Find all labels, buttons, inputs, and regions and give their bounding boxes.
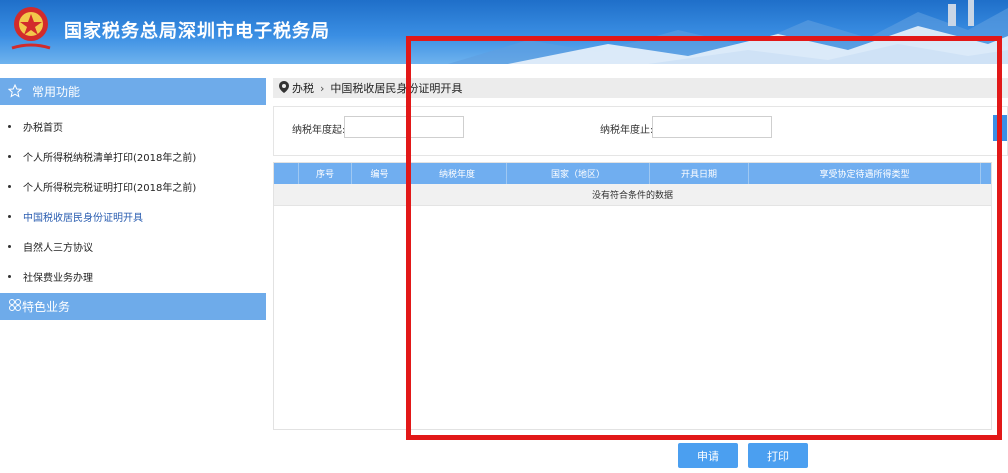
sidebar: 常用功能 办税首页 个人所得税纳税清单打印(2018年之前) 个人所得税完税证明… <box>0 78 266 473</box>
sidebar-item-label: 社保费业务办理 <box>23 272 93 284</box>
sidebar-section-featured[interactable]: 特色业务 <box>0 293 266 320</box>
sidebar-menu: 办税首页 个人所得税纳税清单打印(2018年之前) 个人所得税完税证明打印(20… <box>0 105 266 291</box>
column-header-country-region[interactable]: 国家（地区） <box>507 163 650 184</box>
sidebar-item-label: 个人所得税完税证明打印(2018年之前) <box>23 182 197 194</box>
filter-panel: 纳税年度起: 纳税年度止: <box>273 106 1008 156</box>
sidebar-item-social-security[interactable]: 社保费业务办理 <box>0 261 266 291</box>
column-header-number[interactable]: 编号 <box>352 163 408 184</box>
bullet-icon <box>8 244 11 248</box>
star-icon <box>8 83 24 100</box>
bullet-icon <box>8 154 11 158</box>
sidebar-item-resident-certificate[interactable]: 中国税收居民身份证明开具 <box>0 201 266 231</box>
apply-button[interactable]: 申请 <box>678 443 738 468</box>
sidebar-item-label: 办税首页 <box>23 122 63 134</box>
column-header-index[interactable]: 序号 <box>299 163 352 184</box>
location-pin-icon <box>279 80 289 96</box>
sidebar-item-tax-certificate-print[interactable]: 个人所得税完税证明打印(2018年之前) <box>0 171 266 201</box>
empty-message: 没有符合条件的数据 <box>274 184 991 206</box>
breadcrumb-root[interactable]: 办税 <box>292 80 314 96</box>
sidebar-section-label: 特色业务 <box>22 300 71 314</box>
bullet-icon <box>8 184 11 188</box>
tax-year-end-label: 纳税年度止: <box>600 125 654 136</box>
tax-year-end-input[interactable] <box>652 116 772 138</box>
column-header-tax-year[interactable]: 纳税年度 <box>408 163 507 184</box>
site-title: 国家税务总局深圳市电子税务局 <box>64 21 330 42</box>
site-header: 国家税务总局深圳市电子税务局 <box>0 0 1008 64</box>
sidebar-item-tax-home[interactable]: 办税首页 <box>0 111 266 141</box>
bullet-icon <box>8 274 11 278</box>
sidebar-section-common[interactable]: 常用功能 <box>0 78 266 105</box>
sidebar-item-tax-list-print[interactable]: 个人所得税纳税清单打印(2018年之前) <box>0 141 266 171</box>
print-button[interactable]: 打印 <box>748 443 808 468</box>
column-header-issue-date[interactable]: 开具日期 <box>650 163 749 184</box>
bullet-icon <box>8 124 11 128</box>
breadcrumb-current: 中国税收居民身份证明开具 <box>330 82 463 95</box>
sidebar-section-label: 常用功能 <box>32 85 81 99</box>
bullet-icon <box>8 214 11 218</box>
breadcrumb: 办税 › 中国税收居民身份证明开具 <box>273 78 1008 98</box>
sidebar-item-label: 中国税收居民身份证明开具 <box>23 212 143 224</box>
mountain-banner <box>448 0 1008 64</box>
sidebar-item-tripartite-agreement[interactable]: 自然人三方协议 <box>0 231 266 261</box>
column-header-checkbox[interactable] <box>274 163 299 184</box>
tax-year-start-label: 纳税年度起: <box>292 125 346 136</box>
tax-emblem-logo <box>11 7 51 50</box>
sidebar-item-label: 自然人三方协议 <box>23 242 93 254</box>
breadcrumb-separator: › <box>320 81 325 95</box>
results-table: 序号 编号 纳税年度 国家（地区） 开具日期 享受协定待遇所得类型 没有符合条件… <box>273 162 992 430</box>
table-header: 序号 编号 纳税年度 国家（地区） 开具日期 享受协定待遇所得类型 <box>274 163 991 184</box>
query-button[interactable] <box>993 115 1007 141</box>
sidebar-item-label: 个人所得税纳税清单打印(2018年之前) <box>23 152 197 164</box>
grid-apps-icon <box>8 298 22 315</box>
column-header-treaty-income-type[interactable]: 享受协定待遇所得类型 <box>749 163 981 184</box>
tax-year-start-input[interactable] <box>344 116 464 138</box>
